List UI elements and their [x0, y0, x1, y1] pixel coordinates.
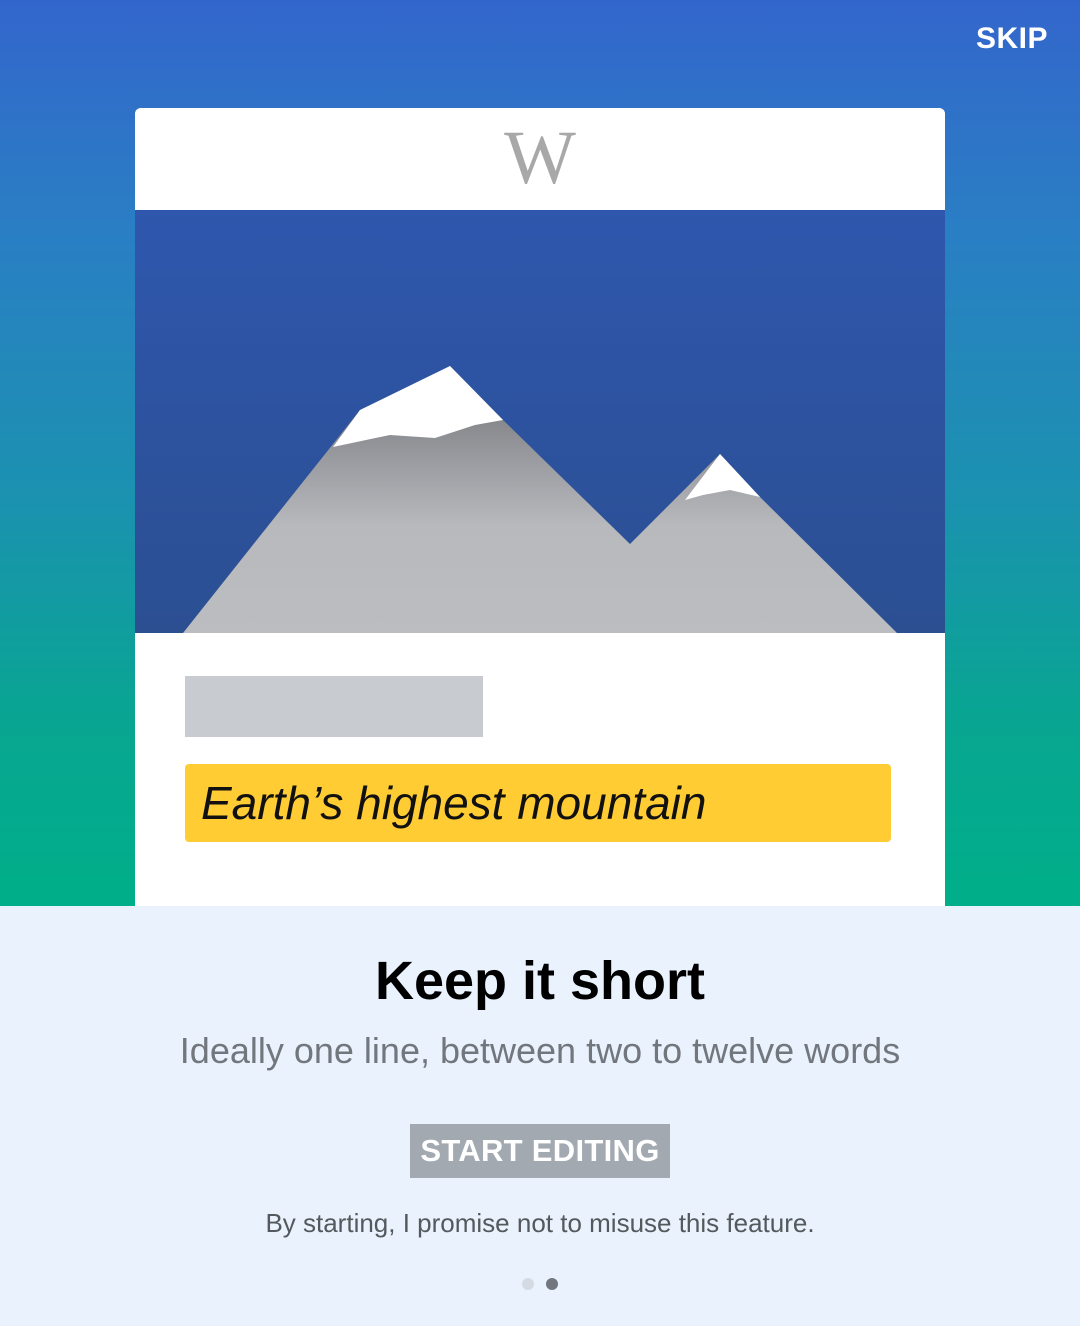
- page-indicator: [516, 1278, 564, 1292]
- start-editing-button[interactable]: START EDITING: [410, 1124, 670, 1178]
- card-header: W: [135, 108, 945, 211]
- mountain-illustration: [135, 210, 945, 633]
- onboarding-subtitle: Ideally one line, between two to twelve …: [179, 1030, 901, 1071]
- page-dot-1[interactable]: [522, 1278, 534, 1290]
- onboarding-content: Keep it short Ideally one line, between …: [0, 906, 1080, 1326]
- onboarding-title: Keep it short: [374, 951, 706, 1011]
- wikipedia-logo: W: [504, 116, 576, 200]
- skip-button[interactable]: SKIP: [976, 18, 1048, 60]
- onboarding-hero: SKIP W Earth’s highest mountain: [0, 0, 1080, 906]
- description-highlight: Earth’s highest mountain: [185, 764, 891, 842]
- page-dot-2-active[interactable]: [546, 1278, 558, 1290]
- article-preview-card: W Earth’s highest mountain: [135, 108, 945, 906]
- disclaimer-text: By starting, I promise not to misuse thi…: [265, 1208, 815, 1238]
- description-example-text: Earth’s highest mountain: [201, 777, 707, 829]
- title-placeholder-bar: [185, 676, 483, 737]
